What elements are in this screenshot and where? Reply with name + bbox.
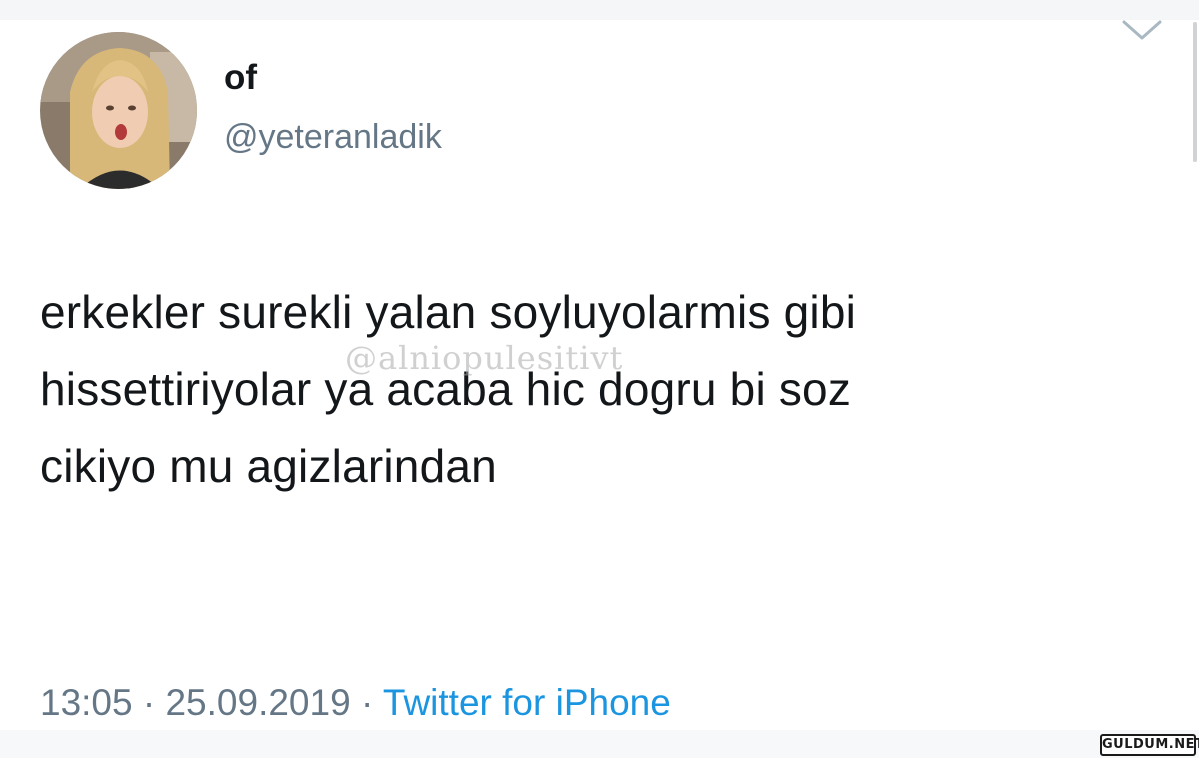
tweet-date[interactable]: 25.09.2019 xyxy=(165,682,350,723)
display-name[interactable]: of xyxy=(224,56,257,100)
top-strip xyxy=(0,0,1199,20)
meta-separator: · xyxy=(142,682,156,723)
chevron-down-icon[interactable] xyxy=(1120,16,1164,42)
avatar[interactable] xyxy=(40,32,197,189)
tweet-meta: 13:05 · 25.09.2019 · Twitter for iPhone xyxy=(40,680,671,726)
scrollbar[interactable] xyxy=(1193,22,1197,162)
site-logo: GULDUM.NET xyxy=(1100,734,1199,756)
tweet-time[interactable]: 13:05 xyxy=(40,682,133,723)
bottom-strip xyxy=(0,730,1199,758)
tweet-source-link[interactable]: Twitter for iPhone xyxy=(383,682,671,723)
tweet-text-line: cikiyo mu agizlarindan xyxy=(40,440,497,492)
tweet-text: erkekler surekli yalan soyluyolarmis gib… xyxy=(40,274,1160,505)
user-handle[interactable]: @yeteranladik xyxy=(224,115,442,159)
watermark: @alniopulesitivt xyxy=(345,339,624,377)
meta-separator: · xyxy=(360,682,374,723)
